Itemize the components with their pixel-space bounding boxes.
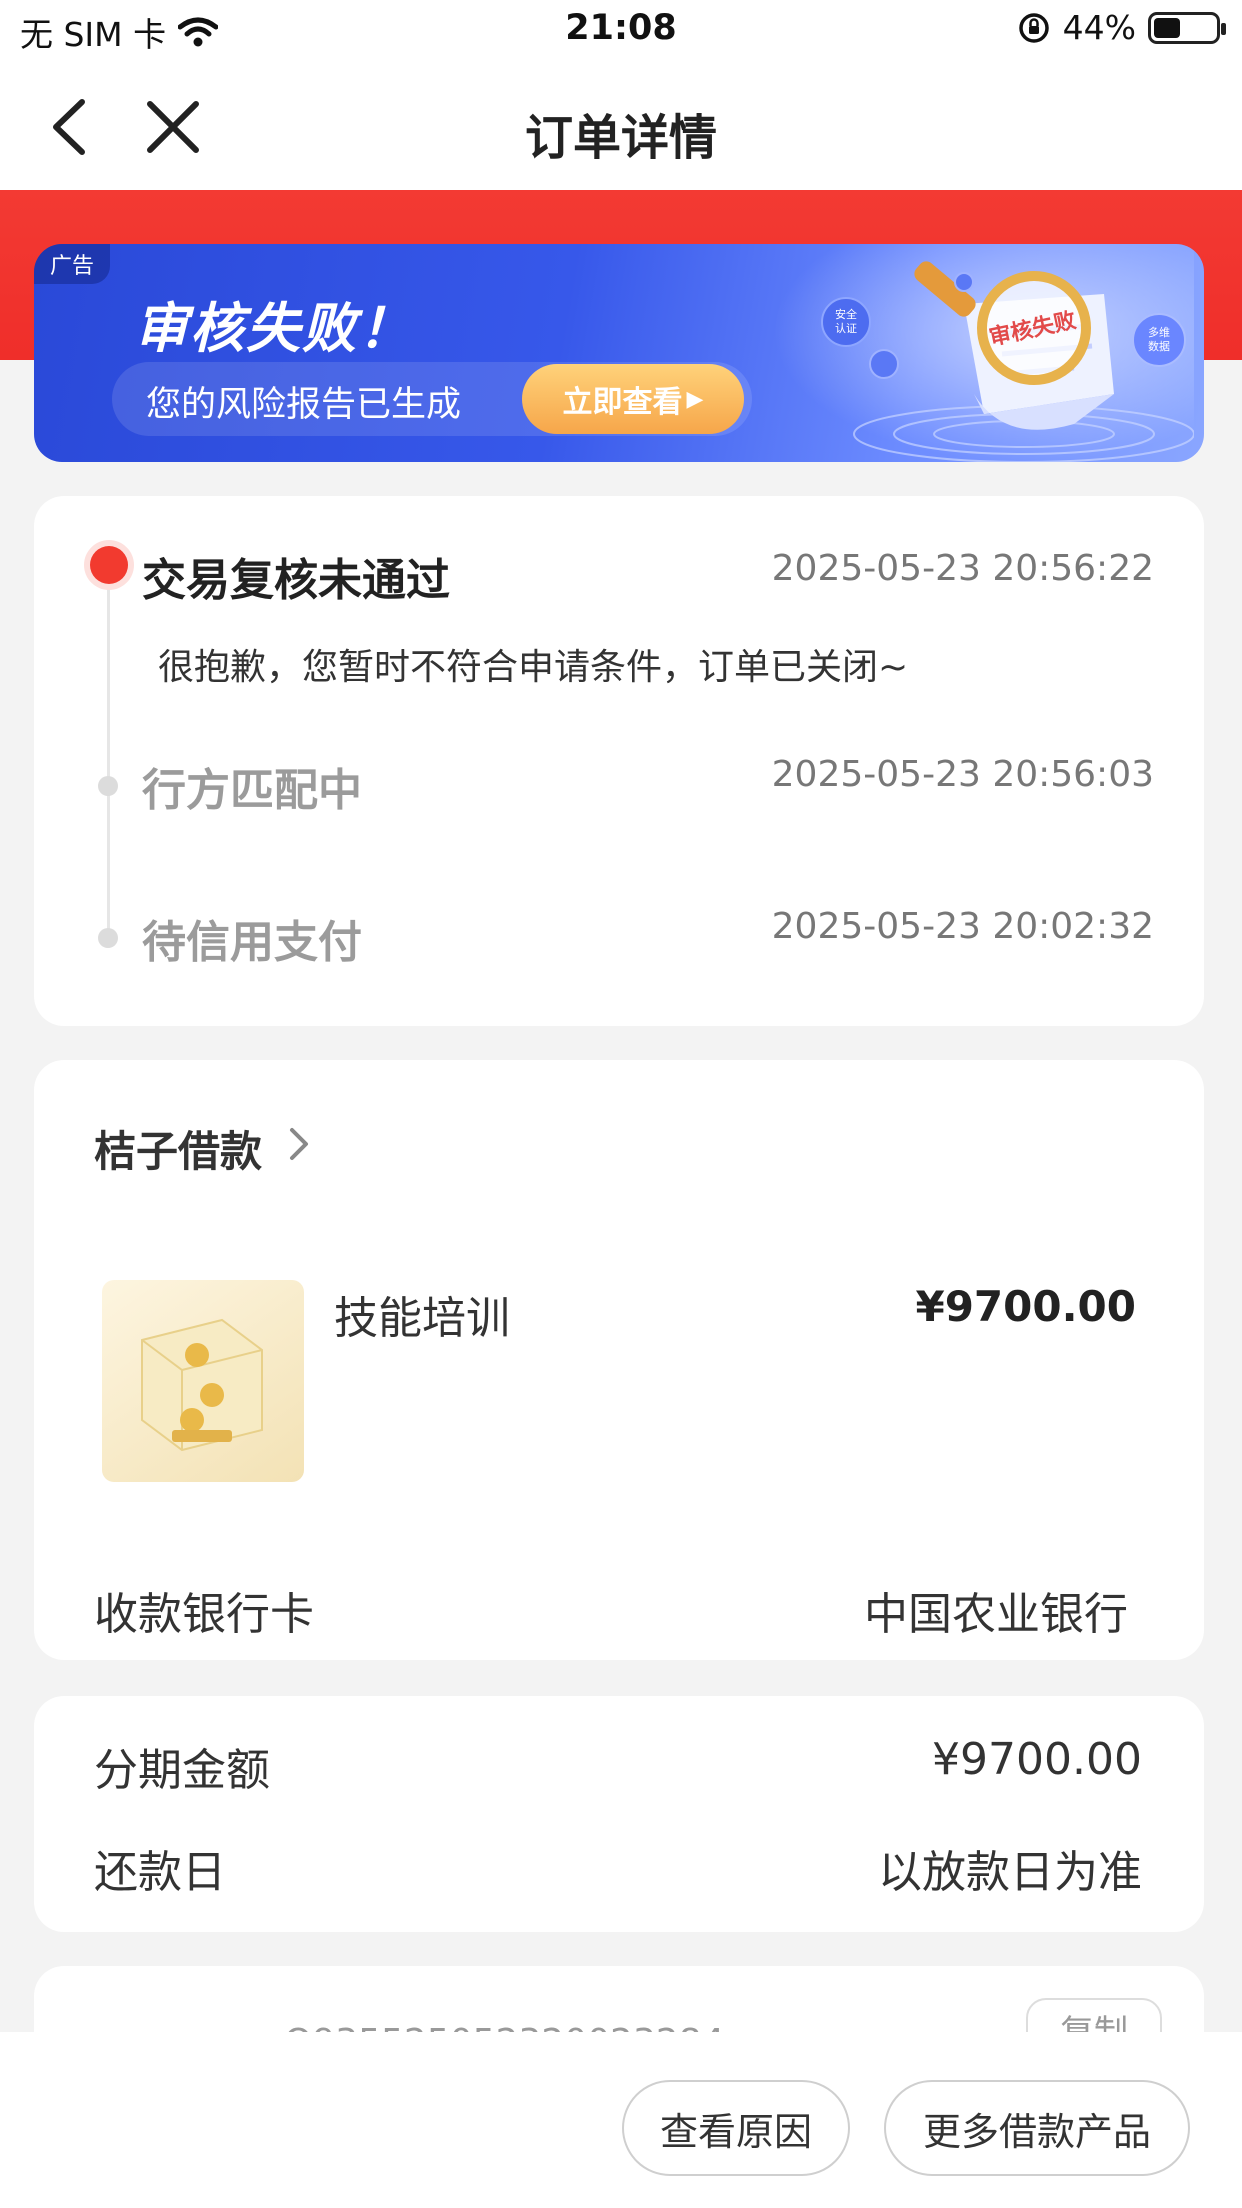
bottom-action-bar: 查看原因 更多借款产品 (0, 2032, 1242, 2208)
timeline-line (107, 570, 110, 940)
timeline-dot-active (90, 546, 128, 584)
installment-amount-label: 分期金额 (94, 1745, 270, 1796)
battery-label: 44% (1062, 8, 1136, 47)
timeline-title-2: 行方匹配中 (142, 765, 362, 816)
installment-amount-value: ¥9700.00 (932, 1734, 1142, 1785)
timeline-time-1: 2025-05-23 20:56:22 (771, 548, 1154, 589)
timeline-title-1: 交易复核未通过 (142, 555, 450, 606)
product-card: 桔子借款 技能培训 ¥9700.00 收款银行卡 中国农业银行 (34, 1060, 1204, 1660)
chevron-right-icon[interactable] (284, 1124, 314, 1164)
timeline-desc-1: 很抱歉，您暂时不符合申请条件，订单已关闭~ (158, 647, 909, 688)
bank-card-label: 收款银行卡 (94, 1589, 314, 1640)
repayment-day-value: 以放款日为准 (878, 1847, 1142, 1898)
product-name: 技能培训 (334, 1293, 510, 1344)
view-reason-button[interactable]: 查看原因 (622, 2080, 850, 2176)
timeline-dot-2 (98, 776, 118, 796)
ad-tag: 广告 (34, 244, 111, 284)
status-right: 44% (1017, 8, 1226, 47)
timeline-time-2: 2025-05-23 20:56:03 (771, 754, 1154, 795)
orientation-lock-icon (1018, 12, 1049, 43)
bubble-2-bottom: 数据 (1148, 339, 1170, 353)
product-price: ¥9700.00 (915, 1282, 1136, 1331)
ad-banner[interactable]: 广告 审核失败！ 您的风险报告已生成 立即查看 ▶ 审核失败 安全 认证 多维 … (34, 244, 1204, 462)
product-thumbnail (102, 1280, 304, 1482)
timeline-time-3: 2025-05-23 20:02:32 (771, 906, 1154, 947)
ad-view-button-label: 立即查看 (562, 385, 683, 420)
bubble-1-bottom: 认证 (835, 322, 857, 335)
installment-card: 分期金额 ¥9700.00 还款日 以放款日为准 (34, 1696, 1204, 1932)
ad-view-button[interactable]: 立即查看 ▶ (522, 364, 744, 434)
repayment-day-label: 还款日 (94, 1847, 226, 1898)
battery-icon (1148, 11, 1226, 44)
nav-bar: 订单详情 (0, 64, 1242, 190)
status-timeline-card: 交易复核未通过 2025-05-23 20:56:22 很抱歉，您暂时不符合申请… (34, 496, 1204, 1026)
bubble-1-top: 安全 (835, 307, 857, 321)
timeline-title-3: 待信用支付 (142, 917, 362, 968)
bank-card-value: 中国农业银行 (864, 1589, 1128, 1640)
more-loan-products-button[interactable]: 更多借款产品 (884, 2080, 1190, 2176)
magnifier-report-illustration: 审核失败 安全 认证 多维 数据 (774, 244, 1194, 462)
timeline-dot-3 (98, 928, 118, 948)
page-title: 订单详情 (524, 110, 717, 166)
ad-subtitle: 您的风险报告已生成 (146, 385, 462, 425)
battery-fill (1154, 17, 1180, 38)
bubble-2-top: 多维 (1148, 325, 1170, 339)
coin-box-icon (141, 1318, 263, 1452)
ad-headline: 审核失败！ (134, 297, 414, 360)
merchant-name[interactable]: 桔子借款 (94, 1118, 262, 1179)
status-bar: 无 SIM 卡 21:08 44% (0, 0, 1242, 64)
play-arrow-icon: ▶ (686, 386, 704, 412)
